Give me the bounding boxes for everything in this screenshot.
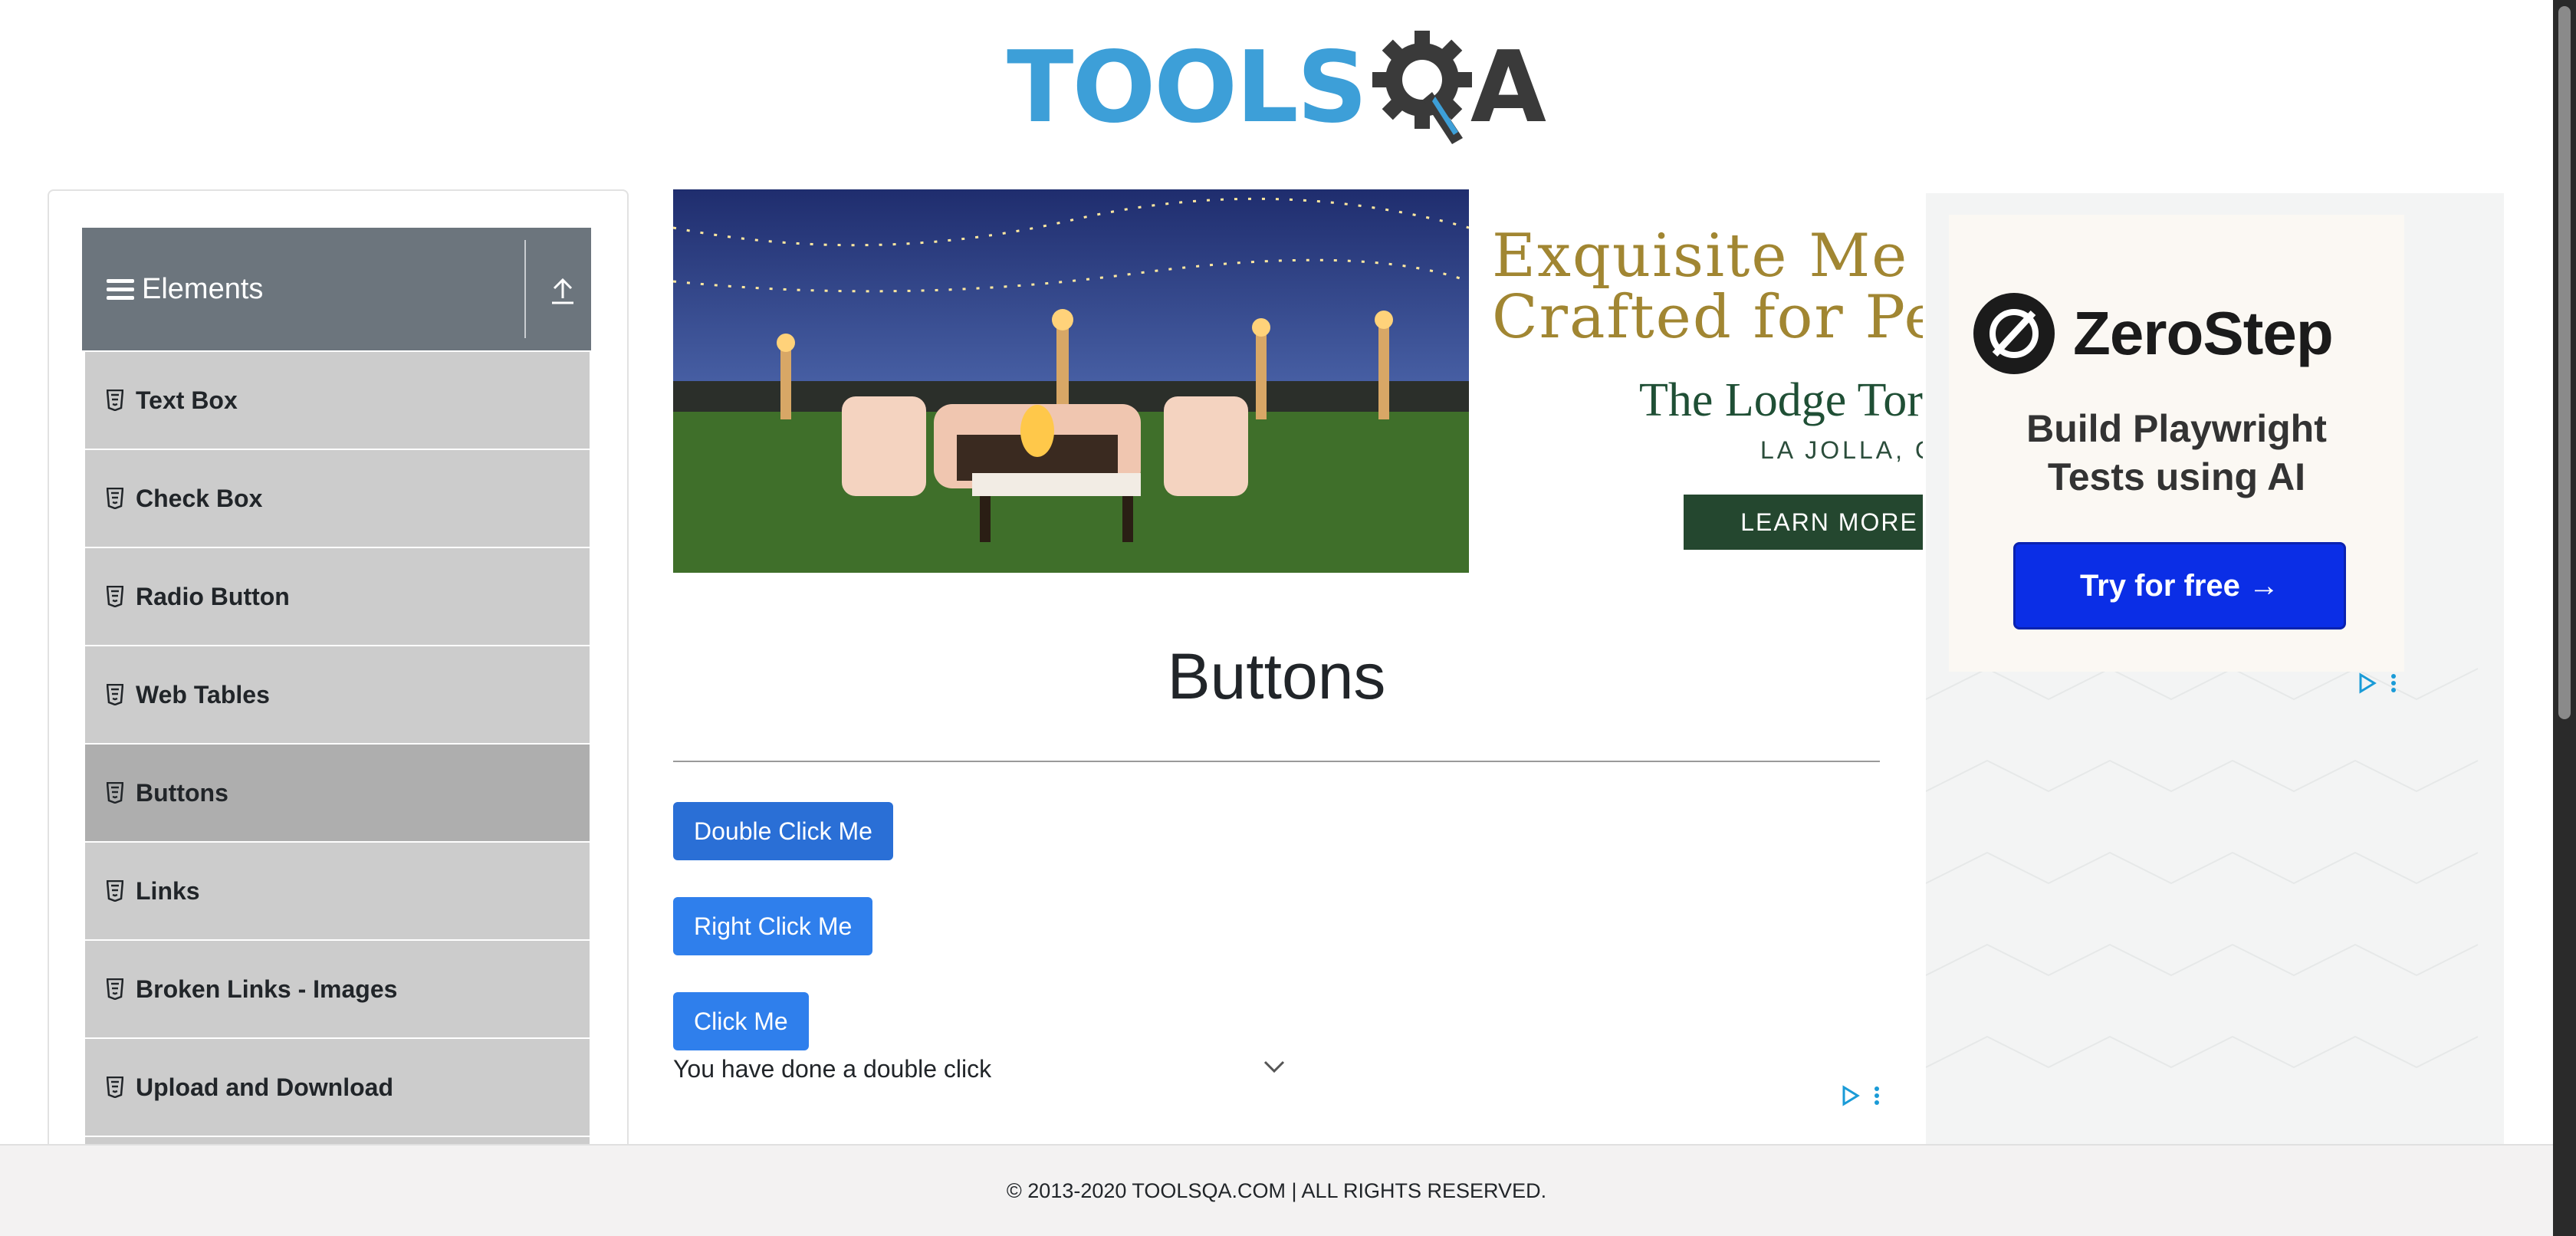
sidebar-item-label: Broken Links - Images — [136, 975, 398, 1003]
sidebar-item-label: Buttons — [136, 778, 228, 807]
chevron-down-icon[interactable] — [1263, 1060, 1285, 1073]
zerostep-card[interactable]: ZeroStep Build Playwright Tests using AI… — [1949, 215, 2404, 672]
sidebar-item-text-box[interactable]: Text Box — [82, 350, 591, 449]
sidebar-item-label: Links — [136, 876, 200, 905]
html5-icon — [107, 684, 123, 705]
gear-icon — [1372, 31, 1472, 144]
toolsqa-logo[interactable]: TOOLS A — [1007, 31, 1546, 146]
html5-icon — [107, 390, 123, 411]
title-divider — [673, 761, 1880, 762]
banner-photo — [673, 189, 1469, 573]
page-scrollbar[interactable] — [2553, 0, 2576, 1236]
site-header: TOOLS A — [0, 0, 2553, 176]
sidebar-item-radio-button[interactable]: Radio Button — [82, 547, 591, 645]
zerostep-tagline: Build Playwright Tests using AI — [1949, 405, 2404, 501]
banner-headline-line2: Crafted for Per — [1492, 282, 1923, 352]
right-click-button[interactable]: Right Click Me — [673, 897, 873, 955]
banner-brand: The Lodge Torrey Pi — [1639, 374, 1923, 426]
group-title: Elements — [142, 272, 264, 305]
site-footer: © 2013-2020 TOOLSQA.COM | ALL RIGHTS RES… — [0, 1144, 2553, 1236]
adchoices-icon[interactable] — [2358, 672, 2401, 695]
collapse-arrow-icon[interactable] — [550, 275, 576, 306]
logo-text-a: A — [1470, 31, 1546, 145]
sidebar-item-partial[interactable] — [82, 1136, 591, 1144]
banner-headline-line1: Exquisite Me — [1492, 222, 1909, 291]
zerostep-tagline-line1: Build Playwright — [2026, 407, 2327, 450]
hamburger-icon — [107, 278, 134, 300]
learn-more-button[interactable]: LEARN MORE — [1684, 495, 1923, 550]
click-me-button[interactable]: Click Me — [673, 992, 809, 1050]
sidebar-item-upload-and-download[interactable]: Upload and Download — [82, 1037, 591, 1136]
zerostep-tagline-line2: Tests using AI — [2047, 455, 2306, 498]
zerostep-brand-row: ZeroStep — [1972, 291, 2334, 376]
try-for-free-button[interactable]: Try for free → — [2013, 542, 2346, 630]
html5-icon — [107, 1077, 123, 1098]
sidebar-item-label: Web Tables — [136, 680, 270, 708]
double-click-message: You have done a double click — [673, 1055, 992, 1083]
double-click-button[interactable]: Double Click Me — [673, 802, 893, 860]
sidebar-item-check-box[interactable]: Check Box — [82, 449, 591, 547]
html5-icon — [107, 488, 123, 509]
sidebar-item-label: Text Box — [136, 386, 238, 414]
sidebar-item-links[interactable]: Links — [82, 841, 591, 939]
elements-menu-list: Text Box Check Box Radio Button Web Tabl… — [82, 350, 591, 1144]
sidebar-item-web-tables[interactable]: Web Tables — [82, 645, 591, 743]
page-title: Buttons — [1167, 640, 1386, 712]
banner-headline: Exquisite Me Crafted for Per — [1492, 222, 1923, 352]
adchoices-icon[interactable] — [1842, 1084, 1884, 1107]
sidebar-item-label: Radio Button — [136, 582, 290, 610]
banner-ad[interactable]: Exquisite Me Crafted for Per The Lodge T… — [673, 189, 1923, 573]
sidebar-item-buttons[interactable]: Buttons — [82, 743, 591, 841]
header-divider — [524, 240, 526, 338]
logo-text-tools: TOOLS — [1007, 31, 1368, 145]
footer-copyright: © 2013-2020 TOOLSQA.COM | ALL RIGHTS RES… — [1006, 1178, 1547, 1202]
html5-icon — [107, 586, 123, 607]
scrollbar-thumb[interactable] — [2558, 6, 2571, 719]
sidebar-item-broken-links-images[interactable]: Broken Links - Images — [82, 939, 591, 1037]
elements-group-header[interactable]: Elements — [82, 228, 591, 350]
zerostep-brand: ZeroStep — [2073, 299, 2334, 367]
sidebar-item-label: Upload and Download — [136, 1073, 393, 1101]
sidebar-item-label: Check Box — [136, 484, 263, 512]
html5-icon — [107, 978, 123, 1000]
html5-icon — [107, 880, 123, 902]
zerostep-logo-icon — [1973, 293, 2055, 374]
banner-location: LA JOLLA, CA — [1760, 436, 1923, 464]
html5-icon — [107, 782, 123, 804]
side-ad[interactable]: ZeroStep Build Playwright Tests using AI… — [1926, 193, 2504, 1144]
